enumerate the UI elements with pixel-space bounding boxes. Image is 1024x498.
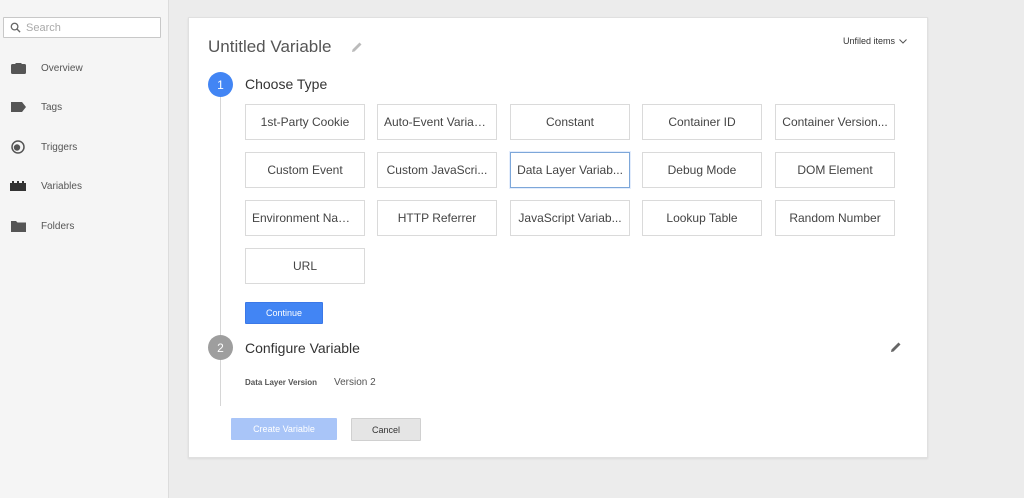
variable-editor-card: Untitled Variable Unfiled items 1 Choose… bbox=[188, 17, 928, 458]
tag-icon bbox=[10, 100, 26, 114]
sidebar-item-overview[interactable]: Overview bbox=[0, 55, 168, 81]
data-layer-version-label: Data Layer Version bbox=[245, 378, 318, 387]
type-option-label: Custom JavaScri... bbox=[386, 163, 488, 177]
type-option-label: Debug Mode bbox=[667, 163, 737, 177]
type-option-label: JavaScript Variab... bbox=[518, 211, 622, 225]
sidebar-item-triggers[interactable]: Triggers bbox=[0, 134, 168, 160]
chevron-down-icon bbox=[899, 38, 907, 44]
pencil-icon[interactable] bbox=[890, 341, 902, 353]
folder-dropdown-label: Unfiled items bbox=[842, 36, 895, 46]
type-option-label: HTTP Referrer bbox=[397, 211, 477, 225]
trigger-icon bbox=[10, 140, 26, 154]
type-option-selected[interactable]: Data Layer Variab... bbox=[510, 152, 630, 188]
type-option-label: DOM Element bbox=[797, 163, 873, 177]
search-icon bbox=[10, 22, 21, 33]
step-number-2: 2 bbox=[208, 335, 233, 360]
type-option-label: Constant bbox=[545, 115, 595, 129]
step-title-choose-type: Choose Type bbox=[245, 76, 328, 92]
type-option[interactable]: Custom Event bbox=[245, 152, 365, 188]
sidebar-item-variables[interactable]: Variables bbox=[0, 173, 168, 199]
type-option[interactable]: Random Number bbox=[775, 200, 895, 236]
data-layer-version-value: Version 2 bbox=[334, 377, 376, 388]
type-option[interactable]: JavaScript Variab... bbox=[510, 200, 630, 236]
sidebar-item-label: Folders bbox=[41, 220, 75, 232]
type-option[interactable]: Auto-Event Variab... bbox=[377, 104, 497, 140]
type-option-label: Custom Event bbox=[267, 163, 343, 177]
sidebar-item-label: Variables bbox=[41, 180, 82, 192]
folder-icon bbox=[10, 219, 26, 233]
type-option-label: Lookup Table bbox=[666, 211, 738, 225]
folder-dropdown[interactable]: Unfiled items bbox=[843, 36, 907, 46]
step-title-configure-variable: Configure Variable bbox=[245, 340, 360, 356]
type-option[interactable]: Lookup Table bbox=[642, 200, 762, 236]
type-option[interactable]: URL bbox=[245, 248, 365, 284]
search-input[interactable] bbox=[26, 21, 156, 34]
type-option[interactable]: DOM Element bbox=[775, 152, 895, 188]
type-option-label: 1st-Party Cookie bbox=[260, 115, 350, 129]
sidebar-item-label: Overview bbox=[41, 62, 83, 74]
type-option-label: Container ID bbox=[668, 115, 736, 129]
type-option[interactable]: Custom JavaScri... bbox=[377, 152, 497, 188]
variable-title[interactable]: Untitled Variable bbox=[208, 37, 331, 57]
sidebar-item-label: Triggers bbox=[41, 141, 78, 153]
type-option-label: Environment Nam... bbox=[252, 211, 358, 225]
pencil-icon[interactable] bbox=[351, 41, 363, 53]
type-option-label: Auto-Event Variab... bbox=[384, 115, 490, 129]
type-option[interactable]: Container Version... bbox=[775, 104, 895, 140]
step-number-1: 1 bbox=[208, 72, 233, 97]
search-box[interactable] bbox=[3, 17, 161, 38]
type-option-label: Container Version... bbox=[782, 115, 888, 129]
cancel-button[interactable]: Cancel bbox=[351, 418, 421, 441]
type-option-label: URL bbox=[292, 259, 317, 273]
type-option[interactable]: Debug Mode bbox=[642, 152, 762, 188]
sidebar-item-label: Tags bbox=[41, 101, 63, 113]
continue-button[interactable]: Continue bbox=[245, 302, 323, 324]
type-option-label: Random Number bbox=[789, 211, 881, 225]
sidebar-item-tags[interactable]: Tags bbox=[0, 94, 168, 120]
sidebar-item-folders[interactable]: Folders bbox=[0, 213, 168, 239]
create-variable-button[interactable]: Create Variable bbox=[231, 418, 337, 440]
type-option[interactable]: Environment Nam... bbox=[245, 200, 365, 236]
type-option-label: Data Layer Variab... bbox=[517, 163, 623, 177]
type-option[interactable]: Constant bbox=[510, 104, 630, 140]
type-option[interactable]: Container ID bbox=[642, 104, 762, 140]
type-option[interactable]: 1st-Party Cookie bbox=[245, 104, 365, 140]
variables-icon bbox=[10, 179, 26, 193]
type-option[interactable]: HTTP Referrer bbox=[377, 200, 497, 236]
sidebar: Overview Tags Triggers Variables Folders bbox=[0, 0, 169, 498]
briefcase-icon bbox=[10, 61, 26, 75]
